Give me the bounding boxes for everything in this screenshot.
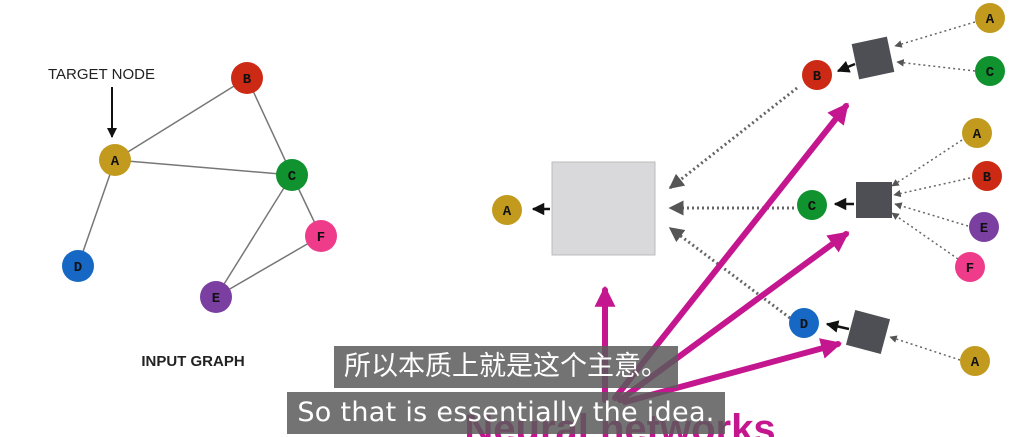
level2-node-a2: A (962, 118, 992, 148)
level2-node-f: F (955, 252, 985, 282)
input-graph: TARGET NODE A B C D E F INPUT GRAPH (48, 62, 337, 370)
level2-node-c1: C (975, 56, 1005, 86)
edge-a-d (77, 159, 116, 267)
svg-text:D: D (74, 260, 82, 276)
svg-text:C: C (986, 65, 995, 81)
target-node-label: TARGET NODE (48, 66, 155, 83)
computation-graph: Neural networks A B C D A C A B E F A (464, 3, 1005, 437)
svg-text:B: B (813, 69, 822, 85)
edge-a-c (114, 159, 293, 176)
graph-node-c: C (276, 159, 308, 191)
svg-text:E: E (980, 221, 988, 237)
svg-text:A: A (973, 127, 982, 143)
level2-node-e: E (969, 212, 999, 242)
svg-text:A: A (971, 355, 980, 371)
level2-node-a3: A (960, 346, 990, 376)
svg-text:E: E (212, 291, 220, 307)
level2-node-a1: A (975, 3, 1005, 33)
level2-node-b: B (972, 161, 1002, 191)
edge-c-e (215, 174, 293, 298)
graph-node-b: B (231, 62, 263, 94)
graph-node-d: D (62, 250, 94, 282)
aggregator-box-d (845, 309, 891, 355)
svg-text:B: B (983, 170, 992, 186)
level1-node-c: C (797, 190, 827, 220)
graph-node-f: F (305, 220, 337, 252)
aggregator-box-c (856, 182, 892, 218)
target-node-a: A (492, 195, 522, 225)
svg-text:D: D (800, 317, 808, 333)
edge-a-b (114, 77, 248, 161)
central-aggregator-box (551, 161, 656, 256)
svg-text:A: A (503, 204, 512, 220)
svg-text:C: C (808, 199, 817, 215)
graph-node-a: A (99, 144, 131, 176)
svg-text:A: A (111, 154, 120, 170)
edge-e-f (215, 235, 322, 298)
level1-node-b: B (802, 60, 832, 90)
neural-networks-label: Neural networks (464, 407, 775, 437)
level1-node-d: D (789, 308, 819, 338)
agg-arrow-b (836, 60, 856, 73)
input-graph-label: INPUT GRAPH (141, 353, 244, 370)
svg-text:F: F (966, 261, 974, 277)
svg-text:A: A (986, 12, 995, 28)
svg-text:F: F (317, 230, 325, 246)
graph-node-e: E (200, 281, 232, 313)
gnn-diagram: TARGET NODE A B C D E F INPUT GRAPH Neur… (48, 3, 1005, 437)
aggregator-box-b (851, 36, 895, 80)
agg-arrow-d (825, 320, 850, 333)
level2-edges (889, 21, 976, 361)
edge-b-c (246, 77, 293, 176)
svg-text:C: C (288, 169, 297, 185)
svg-text:B: B (243, 72, 252, 88)
